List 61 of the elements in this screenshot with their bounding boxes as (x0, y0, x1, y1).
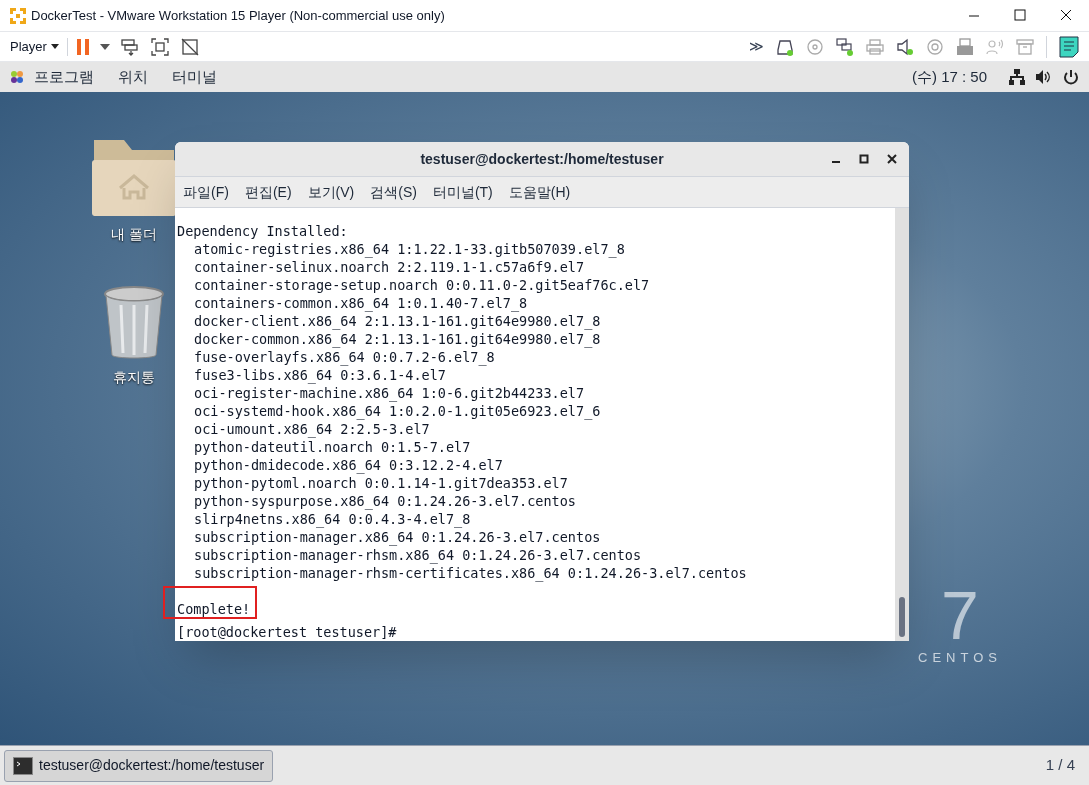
terminal-line: subscription-manager.x86_64 0:1.24.26-3.el7.centos (193, 528, 602, 546)
pause-icon[interactable] (75, 37, 90, 56)
close-icon[interactable] (885, 152, 899, 166)
send-keys-icon[interactable] (119, 36, 140, 57)
terminal-line: oci-systemd-hook.x86_64 1:0.2.0-1.git05e6923.el7_6 (193, 402, 602, 420)
terminal-prompt: [root@dockertest testuser]# (176, 623, 397, 641)
terminal-line: containers-common.x86_64 1:0.1.40-7.el7_8 (193, 294, 529, 312)
top-bar-menu[interactable]: 터미널 (172, 65, 217, 89)
terminal-menu[interactable]: 검색(S) (370, 181, 417, 203)
trash-icon[interactable] (103, 285, 165, 361)
network-adapter-icon[interactable] (836, 37, 854, 56)
desktop-icon-label[interactable]: 내 폴더 (111, 224, 157, 245)
terminal-line: subscription-manager-rhsm-certificates.x86_64 0:1.24.26-3.el7.centos (193, 564, 748, 582)
app-logo-icon (9, 6, 27, 25)
workspace-indicator[interactable]: 1 / 4 (1045, 754, 1075, 777)
volume-icon[interactable] (1035, 69, 1051, 85)
terminal-line: python-syspurpose.x86_64 0:1.24.26-3.el7.centos (193, 492, 577, 510)
terminal-line: Complete! (176, 600, 251, 618)
terminal-line: container-storage-setup.noarch 0:0.11.0-2.git5eaf76c.el7 (193, 276, 651, 294)
top-bar-menu[interactable]: 프로그램 (34, 65, 94, 89)
fullscreen-icon[interactable] (149, 36, 170, 57)
terminal-line: fuse-overlayfs.x86_64 0:0.7.2-6.el7_8 (193, 348, 496, 366)
more-devices-button[interactable]: ≫ (749, 36, 764, 57)
player-menu[interactable]: Player (10, 36, 59, 57)
maximize-icon[interactable] (857, 152, 871, 166)
terminal-menu[interactable]: 보기(V) (307, 181, 355, 203)
dropdown-caret-icon[interactable] (99, 43, 110, 50)
terminal-line: python-dateutil.noarch 0:1.5-7.el7 (193, 438, 472, 456)
clock[interactable]: (수) 17 : 50 (911, 65, 987, 89)
window-title: DockerTest - VMware Workstation 15 Player (Non-commercial use only) (31, 6, 445, 25)
terminal-line: python-dmidecode.x86_64 0:3.12.2-4.el7 (193, 456, 504, 474)
terminal-menu[interactable]: 터미널(T) (432, 181, 493, 203)
terminal-icon (13, 756, 33, 775)
desktop-icon-label[interactable]: 휴지통 (113, 367, 155, 388)
terminal-line: atomic-registries.x86_64 1:1.22.1-33.gitb507039.el7_8 (193, 240, 626, 258)
terminal-menu[interactable]: 파일(F) (183, 181, 229, 203)
terminal-line: python-pytoml.noarch 0:0.1.14-1.git7dea353.el7 (193, 474, 569, 492)
terminal-line: slirp4netns.x86_64 0:0.4.3-4.el7_8 (193, 510, 472, 528)
terminal-line: oci-register-machine.x86_64 1:0-6.git2b44233.el7 (193, 384, 586, 402)
terminal-line: docker-client.x86_64 2:1.13.1-161.git64e9980.el7_8 (193, 312, 602, 330)
power-icon[interactable] (1063, 69, 1079, 85)
note-icon[interactable] (1059, 35, 1079, 58)
terminal-title: testuser@dockertest:/home/testuser (420, 149, 664, 169)
applications-icon[interactable] (10, 70, 24, 84)
home-folder-icon[interactable] (91, 138, 177, 218)
caret-icon (50, 44, 59, 49)
centos-logo-wordmark: CENTOS (918, 649, 1002, 667)
centos-logo-number: 7 (941, 582, 979, 648)
network-icon[interactable] (1009, 69, 1025, 85)
taskbar-window-button[interactable]: testuser@dockertest:/home/testuser (4, 749, 274, 782)
top-bar-menu[interactable]: 위치 (118, 65, 148, 89)
terminal-line: oci-umount.x86_64 2:2.5-3.el7 (193, 420, 431, 438)
speaker-icon[interactable] (896, 37, 914, 56)
terminal-line: docker-common.x86_64 2:1.13.1-161.git64e9980.el7_8 (193, 330, 602, 348)
terminal-line: container-selinux.noarch 2:2.119.1-1.c57a6f9.el7 (193, 258, 586, 276)
scrollbar-thumb[interactable] (899, 597, 905, 637)
terminal-menu[interactable]: 도움말(H) (508, 181, 571, 203)
terminal-menu[interactable]: 편집(E) (244, 181, 292, 203)
terminal-line: fuse3-libs.x86_64 0:3.6.1-4.el7 (193, 366, 447, 384)
terminal-line: Dependency Installed: (176, 222, 349, 240)
terminal-line: subscription-manager-rhsm.x86_64 0:1.24.26-3.el7.centos (193, 546, 643, 564)
